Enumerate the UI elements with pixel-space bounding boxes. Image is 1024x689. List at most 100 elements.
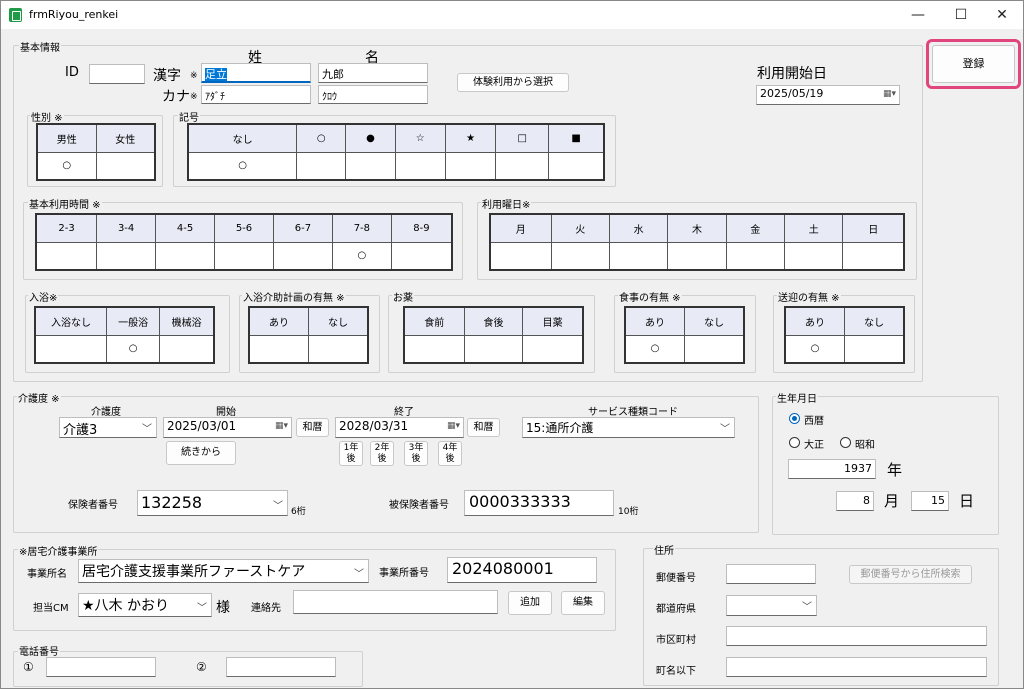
care-manager-select[interactable]: ★八木 かおり ﹀ <box>78 593 212 617</box>
weekday-header: 月 <box>489 213 552 243</box>
care-manager-label: 担当CM <box>33 603 69 614</box>
kigou-cell[interactable] <box>296 151 347 181</box>
kana-mei-input[interactable]: ｸﾛｳ <box>318 85 428 104</box>
bath-plan-cell[interactable] <box>308 334 369 364</box>
city-input[interactable] <box>726 626 987 646</box>
bath-cell[interactable]: ○ <box>105 334 161 364</box>
bath-plan-header: あり <box>248 306 309 336</box>
weekday-cell[interactable] <box>667 241 727 271</box>
weekdays-legend: 利用曜日※ <box>481 196 532 211</box>
hours-cell[interactable] <box>96 241 157 271</box>
two-years-later-button[interactable]: 2年後 <box>370 441 394 466</box>
zip-input[interactable] <box>726 564 816 584</box>
phone2-input[interactable] <box>226 657 336 677</box>
close-button[interactable]: ✕ <box>982 3 1022 27</box>
four-years-later-button[interactable]: 4年後 <box>438 441 462 466</box>
bath-plan-cell[interactable] <box>248 334 309 364</box>
kigou-cell[interactable] <box>345 151 396 181</box>
medicine-cell[interactable] <box>463 334 524 364</box>
edit-button[interactable]: 編集 <box>561 591 605 615</box>
office-number-input[interactable]: 2024080001 <box>447 557 597 583</box>
hours-cell[interactable] <box>155 241 216 271</box>
transport-cell[interactable] <box>844 334 905 364</box>
care-level-value: 介護3 <box>63 423 98 438</box>
bath-header: 機械浴 <box>159 306 215 336</box>
transport-legend: 送迎の有無 ※ <box>777 289 841 304</box>
start-wareki-button[interactable]: 和暦 <box>296 418 329 437</box>
hours-cell[interactable] <box>35 241 98 271</box>
kigou-legend: 記号 <box>178 109 200 124</box>
birth-month-input[interactable]: 8 <box>836 491 874 511</box>
start-date-picker[interactable]: 2025/05/19 ▦▾ <box>756 85 900 105</box>
taisho-radio[interactable] <box>789 437 800 448</box>
three-years-later-button[interactable]: 3年後 <box>404 441 428 466</box>
town-input[interactable] <box>726 657 987 677</box>
hours-cell[interactable] <box>390 241 453 271</box>
one-year-later-button[interactable]: 1年後 <box>339 441 363 466</box>
prefecture-select[interactable]: ﹀ <box>726 595 817 616</box>
hours-cell[interactable]: ○ <box>331 241 392 271</box>
end-wareki-button[interactable]: 和暦 <box>467 418 500 437</box>
add-button[interactable]: 追加 <box>508 591 552 615</box>
weekday-cell[interactable] <box>489 241 552 271</box>
kigou-cell[interactable] <box>548 151 605 181</box>
transport-header: なし <box>844 306 905 336</box>
calendar-icon[interactable]: ▦▾ <box>275 421 288 431</box>
kigou-cell[interactable] <box>495 151 550 181</box>
meal-cell[interactable] <box>684 334 745 364</box>
medicine-cell[interactable] <box>522 334 584 364</box>
calendar-icon[interactable]: ▦▾ <box>447 421 460 431</box>
weekday-cell[interactable] <box>842 241 905 271</box>
kigou-cell[interactable]: ○ <box>187 151 298 181</box>
medicine-cell[interactable] <box>403 334 465 364</box>
id-input[interactable] <box>89 64 145 84</box>
address-legend: 住所 <box>653 542 675 557</box>
kanji-mei-input[interactable]: 九郎 <box>318 63 428 83</box>
hours-cell[interactable] <box>214 241 274 271</box>
meal-cell[interactable]: ○ <box>624 334 685 364</box>
care-end-picker[interactable]: 2028/03/31 ▦▾ <box>335 417 464 438</box>
care-start-label: 開始 <box>216 407 236 418</box>
kigou-cell[interactable] <box>444 151 497 181</box>
gender-cell[interactable] <box>95 151 156 181</box>
kigou-header: ■ <box>548 123 605 153</box>
bath-cell[interactable] <box>34 334 107 364</box>
insured-number-input[interactable]: 0000333333 <box>464 490 614 516</box>
bath-cell[interactable] <box>159 334 215 364</box>
weekday-cell[interactable] <box>608 241 669 271</box>
weekday-cell[interactable] <box>784 241 844 271</box>
sama-label: 様 <box>216 600 230 616</box>
zip-search-button[interactable]: 郵便番号から住所検索 <box>849 565 972 584</box>
gender-cell[interactable]: ○ <box>36 151 97 181</box>
continue-button[interactable]: 続きから <box>166 441 236 465</box>
office-name-select[interactable]: 居宅介護支援事業所ファーストケア ﹀ <box>78 559 369 583</box>
calendar-icon[interactable]: ▦▾ <box>883 89 896 99</box>
gender-header: 女性 <box>95 123 156 153</box>
insured-number-label: 被保険者番号 <box>389 500 449 511</box>
minimize-button[interactable]: — <box>898 3 938 27</box>
care-level-select[interactable]: 介護3 ﹀ <box>59 417 157 438</box>
weekday-cell[interactable] <box>550 241 610 271</box>
day-unit: 日 <box>959 492 975 510</box>
hours-cell[interactable] <box>272 241 333 271</box>
contact-input[interactable] <box>293 590 498 614</box>
service-code-select[interactable]: 15:通所介護 ﹀ <box>522 417 735 438</box>
birth-year-input[interactable]: 1937 <box>788 459 876 479</box>
hours-table: 2-3 3-4 4-5 5-6 6-7 7-8 8-9 ○ <box>35 213 453 271</box>
meal-table: あり なし ○ <box>624 306 745 364</box>
transport-cell[interactable]: ○ <box>784 334 845 364</box>
showa-radio[interactable] <box>840 437 851 448</box>
maximize-button[interactable]: ☐ <box>941 3 981 27</box>
trial-select-button[interactable]: 体験利用から選択 <box>457 73 569 92</box>
insurer-number-select[interactable]: 132258 ﹀ <box>137 490 288 516</box>
weekday-cell[interactable] <box>725 241 786 271</box>
phone1-input[interactable] <box>46 657 156 677</box>
birth-day-input[interactable]: 15 <box>911 491 949 511</box>
care-start-picker[interactable]: 2025/03/01 ▦▾ <box>163 417 292 438</box>
kanji-sei-input[interactable]: 足立 <box>201 63 311 83</box>
seireki-radio[interactable] <box>789 413 800 424</box>
meal-header: あり <box>624 306 685 336</box>
kigou-cell[interactable] <box>394 151 446 181</box>
kana-sei-input[interactable]: ｱﾀﾞﾁ <box>201 85 311 104</box>
chevron-down-icon: ﹀ <box>720 424 730 435</box>
